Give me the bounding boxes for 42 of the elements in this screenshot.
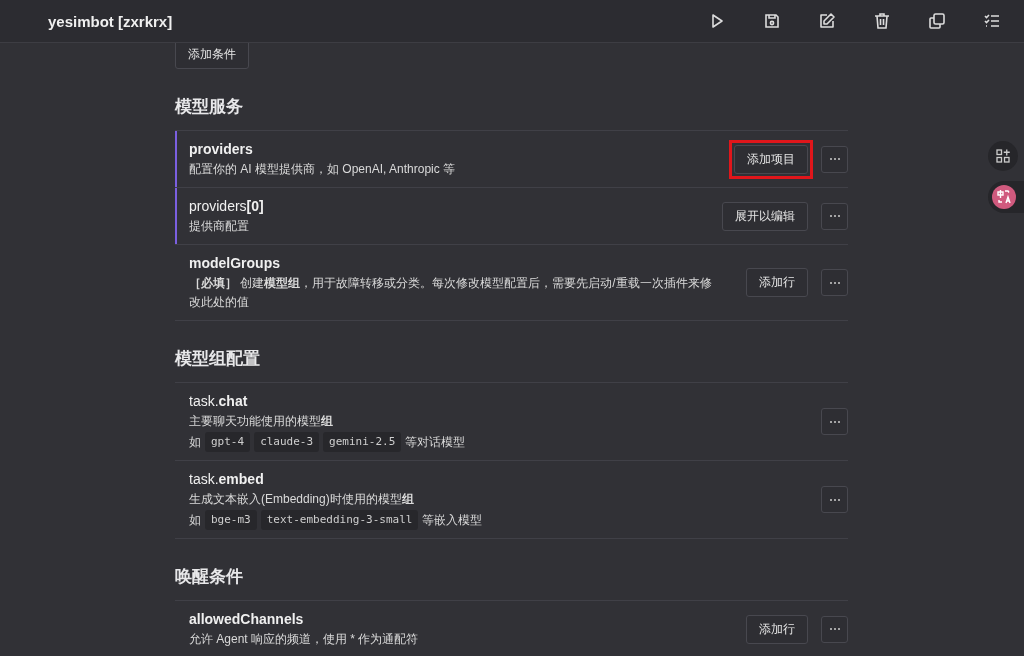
model-tag: claude-3 <box>254 432 320 452</box>
field-name: task.embed <box>189 470 265 489</box>
field-description: ［必填］ 创建模型组，用于故障转移或分类。每次修改模型配置后，需要先启动/重载一次插件来修改此处的值 <box>189 275 713 311</box>
add-condition-button[interactable]: 添加条件 <box>175 43 249 69</box>
field-name: modelGroups <box>189 254 281 273</box>
example-prefix: 如 <box>189 511 201 529</box>
more-icon <box>828 627 841 631</box>
field-name: providers <box>189 140 254 159</box>
section-heading: 模型服务 <box>175 96 244 118</box>
field-description: 允许 Agent 响应的频道，使用 * 作为通配符 <box>189 631 419 648</box>
section-heading: 唤醒条件 <box>175 566 244 588</box>
model-tag: bge-m3 <box>205 510 257 530</box>
more-icon <box>828 497 841 502</box>
example-suffix: 等嵌入模型 <box>422 511 483 529</box>
model-tag: gemini-2.5 <box>323 432 402 452</box>
model-tag: text-embedding-3-small <box>260 510 419 530</box>
window-title: yesimbot [zxrkrx] <box>48 12 173 30</box>
more-icon <box>828 214 841 218</box>
section-heading: 模型组配置 <box>175 348 261 370</box>
more-icon <box>828 157 841 161</box>
trash-icon[interactable] <box>872 11 892 31</box>
action-button[interactable]: 添加行 <box>746 268 808 297</box>
action-button[interactable]: 添加项目 <box>734 144 808 174</box>
field-name: task.chat <box>189 392 249 411</box>
example-prefix: 如 <box>189 433 201 451</box>
edit-icon[interactable] <box>817 11 837 31</box>
action-button[interactable]: 添加行 <box>746 614 808 644</box>
more-icon <box>828 419 841 424</box>
field-description: 配置你的 AI 模型提供商，如 OpenAI, Anthropic 等 <box>189 161 456 178</box>
field-description: 提供商配置 <box>189 218 250 235</box>
field-name: allowedChannels <box>189 610 305 629</box>
save-icon[interactable] <box>762 11 782 31</box>
field-name: providers[0] <box>189 197 264 216</box>
example-suffix: 等对话模型 <box>405 433 466 451</box>
translate-icon[interactable] <box>992 185 1016 209</box>
copy-icon[interactable] <box>927 11 947 31</box>
field-description: 生成文本嵌入(Embedding)时使用的模型组 <box>189 491 415 508</box>
apps-add-icon[interactable] <box>988 141 1018 171</box>
action-button[interactable]: 展开以编辑 <box>722 201 808 231</box>
model-tag: gpt-4 <box>205 432 251 452</box>
more-icon <box>828 280 841 285</box>
field-description: 主要聊天功能使用的模型组 <box>189 413 334 430</box>
